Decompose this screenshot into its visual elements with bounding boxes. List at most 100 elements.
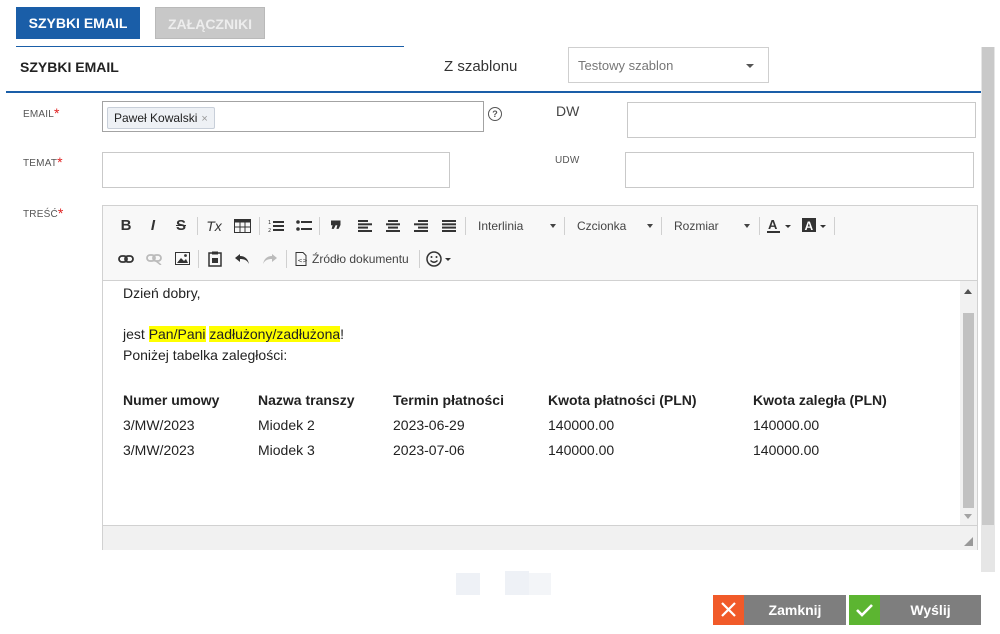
- align-right-button[interactable]: [410, 215, 432, 237]
- editor-scrollbar[interactable]: [960, 281, 977, 525]
- toolbar-separator: [197, 217, 198, 235]
- toolbar-separator: [319, 217, 320, 235]
- highlight-text: Pan/Pani: [148, 326, 206, 342]
- editor-scrollbar-thumb[interactable]: [963, 313, 974, 508]
- line-height-label: Interlinia: [478, 219, 524, 233]
- unlink-icon: [146, 254, 162, 266]
- bullet-list-button[interactable]: [293, 215, 315, 237]
- ghost-artifact: [456, 573, 480, 595]
- page-title: SZYBKI EMAIL: [20, 59, 119, 75]
- ghost-artifact: [505, 571, 529, 595]
- page-scrollbar-thumb[interactable]: [982, 47, 994, 525]
- dw-label: DW: [556, 103, 580, 119]
- align-left-icon: [358, 220, 372, 232]
- template-select[interactable]: Testowy szablon: [568, 47, 769, 83]
- quote-icon: ❞: [330, 217, 342, 243]
- required-mark: *: [57, 154, 63, 170]
- intro-text: Poniżej tabelka zaległości:: [123, 347, 288, 363]
- undo-button[interactable]: [231, 248, 253, 270]
- remove-format-button[interactable]: Tx: [203, 215, 225, 237]
- source-button[interactable]: <> Źródło dokumentu: [295, 248, 415, 270]
- undo-icon: [235, 254, 249, 264]
- bullet-list-icon: [296, 220, 312, 231]
- editor-toolbar: B I S Tx 1 2 ❞ Interlinia Czcionka Rozmi…: [103, 206, 977, 281]
- paste-word-button[interactable]: [204, 248, 226, 270]
- strikethrough-button[interactable]: S: [170, 215, 192, 237]
- toolbar-separator: [834, 217, 835, 235]
- table-cell: 3/MW/2023: [123, 416, 195, 433]
- table-button[interactable]: [231, 215, 253, 237]
- scroll-up-icon[interactable]: [964, 289, 972, 294]
- align-right-icon: [414, 220, 428, 232]
- subject-field[interactable]: [102, 152, 450, 188]
- toolbar-separator: [198, 250, 199, 268]
- paste-icon: [208, 251, 222, 267]
- table-cell: Miodek 2: [258, 416, 315, 433]
- recipient-chip-label: Paweł Kowalski: [114, 111, 198, 125]
- email-field[interactable]: Paweł Kowalski ×: [102, 101, 484, 132]
- align-center-button[interactable]: [382, 215, 404, 237]
- align-center-icon: [386, 220, 400, 232]
- size-dropdown-label: Rozmiar: [674, 219, 719, 233]
- background-color-button[interactable]: A: [801, 215, 829, 237]
- udw-label: UDW: [555, 155, 580, 166]
- close-button[interactable]: Zamknij: [713, 595, 846, 625]
- table-cell: 2023-07-06: [393, 441, 465, 458]
- send-button-label: Wyślij: [910, 602, 951, 618]
- table-cell: 140000.00: [548, 441, 615, 458]
- table-cell: 140000.00: [753, 416, 820, 433]
- svg-text:1: 1: [268, 220, 271, 226]
- image-button[interactable]: [171, 248, 193, 270]
- close-icon[interactable]: ×: [201, 113, 207, 125]
- remove-format-icon: Tx: [206, 218, 222, 234]
- justify-button[interactable]: [438, 215, 460, 237]
- toolbar-separator: [759, 217, 760, 235]
- table-row: 3/MW/2023 Miodek 3 2023-07-06 140000.00 …: [123, 437, 913, 462]
- italic-button[interactable]: I: [142, 215, 164, 237]
- numbered-list-button[interactable]: 1 2: [265, 215, 287, 237]
- toolbar-separator: [465, 217, 466, 235]
- source-icon: <>: [295, 252, 308, 266]
- numbered-list-icon: 1 2: [268, 220, 284, 234]
- editor-content[interactable]: Dzień dobry, jest Pan/Pani zadłużony/zad…: [103, 281, 959, 525]
- bold-button[interactable]: B: [115, 215, 137, 237]
- text-color-button[interactable]: A: [766, 215, 794, 237]
- template-label: Z szablonu: [444, 58, 518, 75]
- svg-text:A: A: [768, 217, 778, 232]
- size-dropdown[interactable]: Rozmiar: [674, 215, 750, 237]
- udw-field[interactable]: [625, 152, 974, 188]
- send-button[interactable]: Wyślij: [849, 595, 981, 625]
- scroll-down-icon[interactable]: [964, 514, 972, 519]
- dw-field[interactable]: [627, 102, 976, 138]
- tab-underline: [16, 46, 404, 47]
- font-dropdown[interactable]: Czcionka: [577, 215, 653, 237]
- svg-text:2: 2: [268, 228, 271, 233]
- link-button[interactable]: [115, 248, 137, 270]
- font-dropdown-label: Czcionka: [577, 219, 627, 233]
- tresc-label: TREŚĆ*: [23, 204, 64, 221]
- blockquote-button[interactable]: ❞: [325, 215, 347, 243]
- align-left-button[interactable]: [354, 215, 376, 237]
- align-justify-icon: [442, 220, 456, 232]
- temat-label-text: TEMAT: [23, 158, 58, 169]
- column-header: Termin płatności: [393, 391, 504, 408]
- svg-text:A: A: [805, 219, 814, 233]
- smiley-icon: [426, 251, 451, 267]
- temat-label: TEMAT*: [23, 153, 63, 170]
- required-mark: *: [54, 105, 60, 121]
- template-select-value: Testowy szablon: [578, 58, 674, 73]
- table-icon: [233, 219, 251, 233]
- rich-text-editor[interactable]: B I S Tx 1 2 ❞ Interlinia Czcionka Rozmi…: [102, 205, 978, 550]
- help-icon[interactable]: ?: [488, 107, 502, 121]
- tab-szybki-email[interactable]: SZYBKI EMAIL: [16, 7, 140, 39]
- chevron-down-icon: [647, 224, 653, 228]
- tab-zalaczniki[interactable]: ZAŁĄCZNIKI: [155, 7, 265, 39]
- check-icon: [849, 595, 880, 625]
- emoji-button[interactable]: [425, 248, 455, 270]
- toolbar-separator: [661, 217, 662, 235]
- line-height-dropdown[interactable]: Interlinia: [478, 215, 556, 237]
- resize-handle-icon[interactable]: [964, 537, 973, 546]
- toolbar-separator: [259, 217, 260, 235]
- svg-text:<>: <>: [298, 258, 308, 265]
- close-icon: [713, 595, 744, 625]
